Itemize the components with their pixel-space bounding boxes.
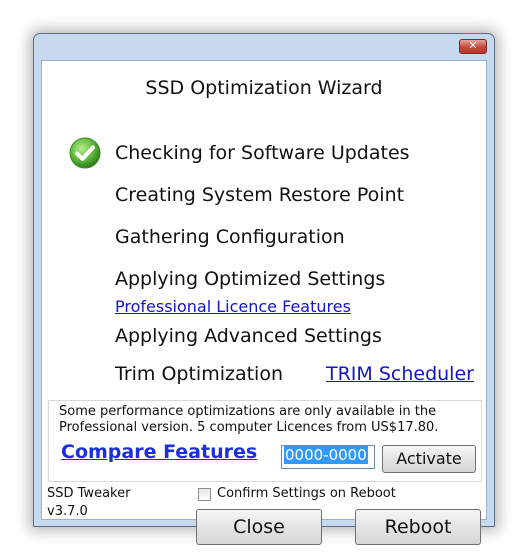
step-trim-optimization: Trim Optimization: [115, 363, 283, 385]
reboot-button[interactable]: Reboot: [355, 509, 481, 545]
wizard-title: SSD Optimization Wizard: [145, 77, 383, 99]
wizard-window: ✕ SSD Optimization Wizard Checking for S…: [33, 33, 495, 545]
professional-features-link[interactable]: Professional Licence Features: [115, 297, 351, 316]
step-optimized-settings: Applying Optimized Settings: [115, 268, 386, 290]
checkmark-icon: [69, 137, 101, 169]
confirm-reboot-label[interactable]: Confirm Settings on Reboot: [217, 486, 396, 501]
upgrade-panel: Some performance optimizations are only …: [48, 400, 482, 482]
window-close-button[interactable]: ✕: [459, 39, 487, 54]
trim-scheduler-link[interactable]: TRIM Scheduler: [326, 363, 474, 385]
step-restore-point: Creating System Restore Point: [115, 184, 405, 206]
activate-button[interactable]: Activate: [382, 445, 476, 473]
licence-code-input[interactable]: 0000-0000: [281, 445, 375, 469]
close-icon: ✕: [468, 39, 478, 52]
close-button[interactable]: Close: [196, 509, 322, 545]
confirm-reboot-checkbox[interactable]: [198, 488, 211, 501]
title-bar[interactable]: ✕: [34, 34, 494, 60]
step-advanced-settings: Applying Advanced Settings: [115, 325, 382, 347]
step-gather-config: Gathering Configuration: [115, 226, 345, 248]
app-name: SSD Tweaker: [47, 486, 131, 501]
app-version: v3.7.0: [47, 504, 88, 519]
step-check-updates: Checking for Software Updates: [115, 142, 410, 164]
wizard-client-area: SSD Optimization Wizard Checking for Sof…: [41, 60, 487, 545]
upgrade-message: Some performance optimizations are only …: [59, 404, 439, 435]
compare-features-link[interactable]: Compare Features: [61, 441, 257, 463]
licence-code-value: 0000-0000: [284, 446, 368, 464]
